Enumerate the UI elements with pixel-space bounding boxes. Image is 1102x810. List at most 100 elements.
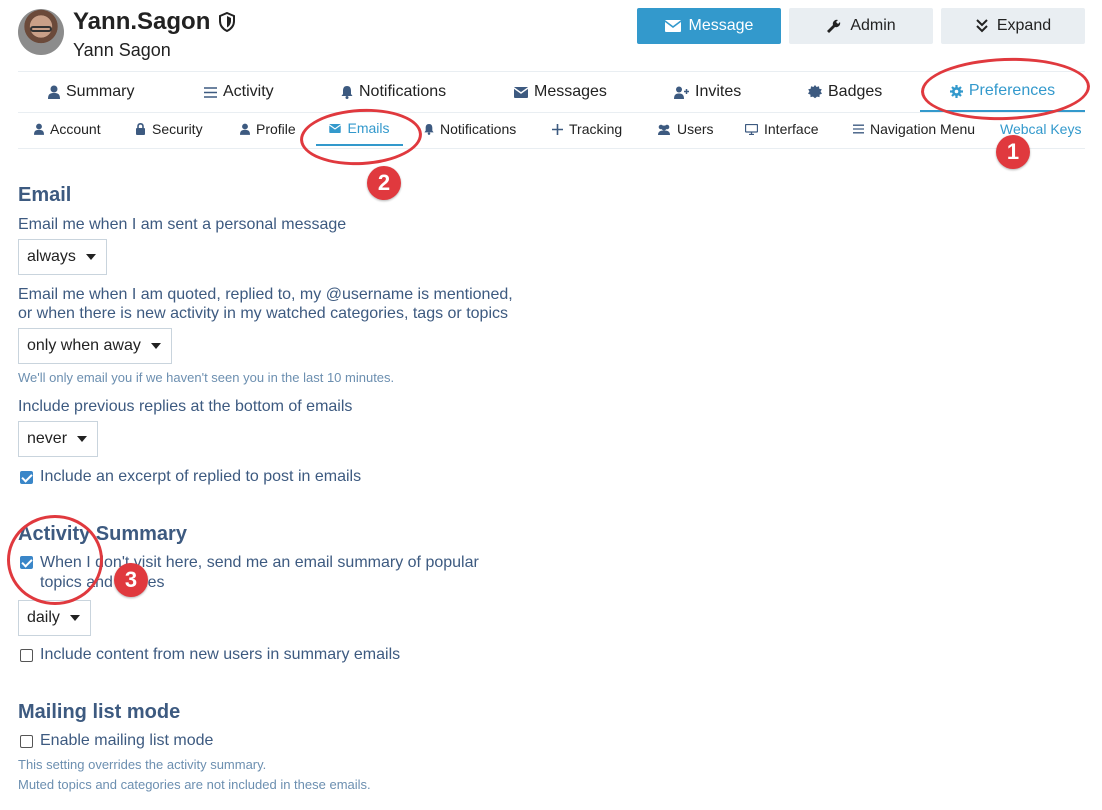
bell-icon xyxy=(424,123,434,135)
subtab-profile-label: Profile xyxy=(256,121,296,137)
subtab-emails[interactable]: Emails xyxy=(316,112,403,146)
caret-down-icon xyxy=(85,254,96,260)
tab-badges[interactable]: Badges xyxy=(808,72,882,112)
plus-icon xyxy=(552,123,563,135)
subtab-notifications[interactable]: Notifications xyxy=(424,112,516,146)
main-nav: Summary Activity Notifications Messages … xyxy=(18,71,1085,113)
excerpt-label: Include an excerpt of replied to post in… xyxy=(40,468,362,485)
caret-down-icon xyxy=(69,615,80,621)
caret-down-icon xyxy=(150,343,161,349)
username: Yann.Sagon xyxy=(73,8,211,35)
quoted-hint: We'll only email you if we haven't seen … xyxy=(18,370,395,385)
summary-frequency-select[interactable]: daily xyxy=(18,600,91,636)
message-button-label: Message xyxy=(688,17,754,34)
tab-badges-label: Badges xyxy=(828,83,883,100)
subtab-interface[interactable]: Interface xyxy=(745,112,818,146)
activity-summary-heading: Activity Summary xyxy=(18,523,187,545)
tab-activity[interactable]: Activity xyxy=(204,72,274,112)
subtab-users-label: Users xyxy=(677,121,714,137)
user-plus-icon xyxy=(674,86,689,99)
certificate-icon xyxy=(808,85,822,99)
summary-checkbox[interactable] xyxy=(20,556,33,569)
new-users-checkbox[interactable] xyxy=(20,648,33,662)
email-heading: Email xyxy=(18,184,72,206)
avatar[interactable] xyxy=(18,9,64,55)
subtab-interface-label: Interface xyxy=(764,121,819,137)
excerpt-checkbox[interactable] xyxy=(20,470,33,484)
gear-icon xyxy=(949,84,963,98)
sub-nav: Account Security Profile Emails Notifica… xyxy=(18,112,1085,149)
users-icon xyxy=(657,124,671,135)
message-button[interactable]: Message xyxy=(637,8,781,44)
user-icon xyxy=(34,123,44,135)
envelope-icon xyxy=(664,20,681,32)
summary-label-line2: topics and replies xyxy=(40,574,165,591)
list-icon xyxy=(204,86,217,98)
double-chevron-down-icon xyxy=(975,19,989,33)
summary-label-line1: When I don't visit here, send me an emai… xyxy=(40,554,479,571)
mailing-list-hint-line1: This setting overrides the activity summ… xyxy=(18,757,267,772)
new-users-checkbox-row[interactable]: Include content from new users in summar… xyxy=(20,646,400,664)
caret-down-icon xyxy=(77,436,88,442)
tab-summary-label: Summary xyxy=(66,83,135,100)
mailing-list-label: Enable mailing list mode xyxy=(40,732,214,749)
previous-replies-select[interactable]: never xyxy=(18,421,99,457)
subtab-tracking-label: Tracking xyxy=(569,121,623,137)
expand-button-label: Expand xyxy=(996,17,1052,34)
subtab-tracking[interactable]: Tracking xyxy=(552,112,622,146)
personal-message-select[interactable]: always xyxy=(18,239,107,275)
previous-replies-value: never xyxy=(27,430,68,447)
excerpt-checkbox-row[interactable]: Include an excerpt of replied to post in… xyxy=(20,468,361,486)
tab-messages[interactable]: Messages xyxy=(514,72,607,112)
subtab-notifications-label: Notifications xyxy=(440,121,517,137)
annotation-badge-2: 2 xyxy=(367,166,401,200)
annotation-badge-3: 3 xyxy=(114,563,148,597)
tab-activity-label: Activity xyxy=(223,83,274,100)
bell-icon xyxy=(341,85,353,99)
annotation-badge-1: 1 xyxy=(996,135,1030,169)
desktop-icon xyxy=(745,123,758,135)
summary-frequency-value: daily xyxy=(27,609,60,626)
user-icon xyxy=(240,123,250,135)
summary-checkbox-row[interactable]: When I don't visit here, send me an emai… xyxy=(20,553,479,593)
personal-message-label: Email me when I am sent a personal messa… xyxy=(18,216,347,233)
mailing-list-checkbox[interactable] xyxy=(20,734,33,748)
tab-invites[interactable]: Invites xyxy=(674,72,741,112)
tab-notifications-label: Notifications xyxy=(359,83,447,100)
subtab-emails-label: Emails xyxy=(347,120,390,136)
mailing-list-hint-line2: Muted topics and categories are not incl… xyxy=(18,777,371,792)
mailing-list-checkbox-row[interactable]: Enable mailing list mode xyxy=(20,732,213,750)
full-name: Yann Sagon xyxy=(73,40,171,60)
quoted-value: only when away xyxy=(27,337,141,354)
quoted-label-line2: or when there is new activity in my watc… xyxy=(18,305,508,322)
subtab-navigation-menu[interactable]: Navigation Menu xyxy=(853,112,975,146)
subtab-profile[interactable]: Profile xyxy=(240,112,296,146)
tab-notifications[interactable]: Notifications xyxy=(341,72,446,112)
shield-icon xyxy=(218,12,238,34)
list-icon xyxy=(853,124,864,134)
admin-button[interactable]: Admin xyxy=(789,8,933,44)
envelope-icon xyxy=(514,86,528,98)
quoted-select[interactable]: only when away xyxy=(18,328,172,364)
new-users-label: Include content from new users in summar… xyxy=(40,646,401,663)
subtab-users[interactable]: Users xyxy=(657,112,714,146)
tab-preferences-label: Preferences xyxy=(968,82,1056,99)
tab-preferences[interactable]: Preferences xyxy=(920,72,1085,112)
lock-icon xyxy=(135,123,146,135)
wrench-icon xyxy=(826,18,842,34)
mailing-list-heading: Mailing list mode xyxy=(18,701,181,723)
subtab-security[interactable]: Security xyxy=(135,112,203,146)
previous-replies-label: Include previous replies at the bottom o… xyxy=(18,398,353,415)
tab-invites-label: Invites xyxy=(695,83,742,100)
subtab-account-label: Account xyxy=(50,121,101,137)
quoted-label-line1: Email me when I am quoted, replied to, m… xyxy=(18,286,513,303)
tab-summary[interactable]: Summary xyxy=(48,72,134,112)
expand-button[interactable]: Expand xyxy=(941,8,1085,44)
tab-messages-label: Messages xyxy=(534,83,607,100)
subtab-navigation-menu-label: Navigation Menu xyxy=(870,121,976,137)
subtab-account[interactable]: Account xyxy=(34,112,101,146)
user-icon xyxy=(48,85,60,99)
personal-message-value: always xyxy=(27,248,76,265)
admin-button-label: Admin xyxy=(850,17,896,34)
envelope-icon xyxy=(329,123,342,133)
